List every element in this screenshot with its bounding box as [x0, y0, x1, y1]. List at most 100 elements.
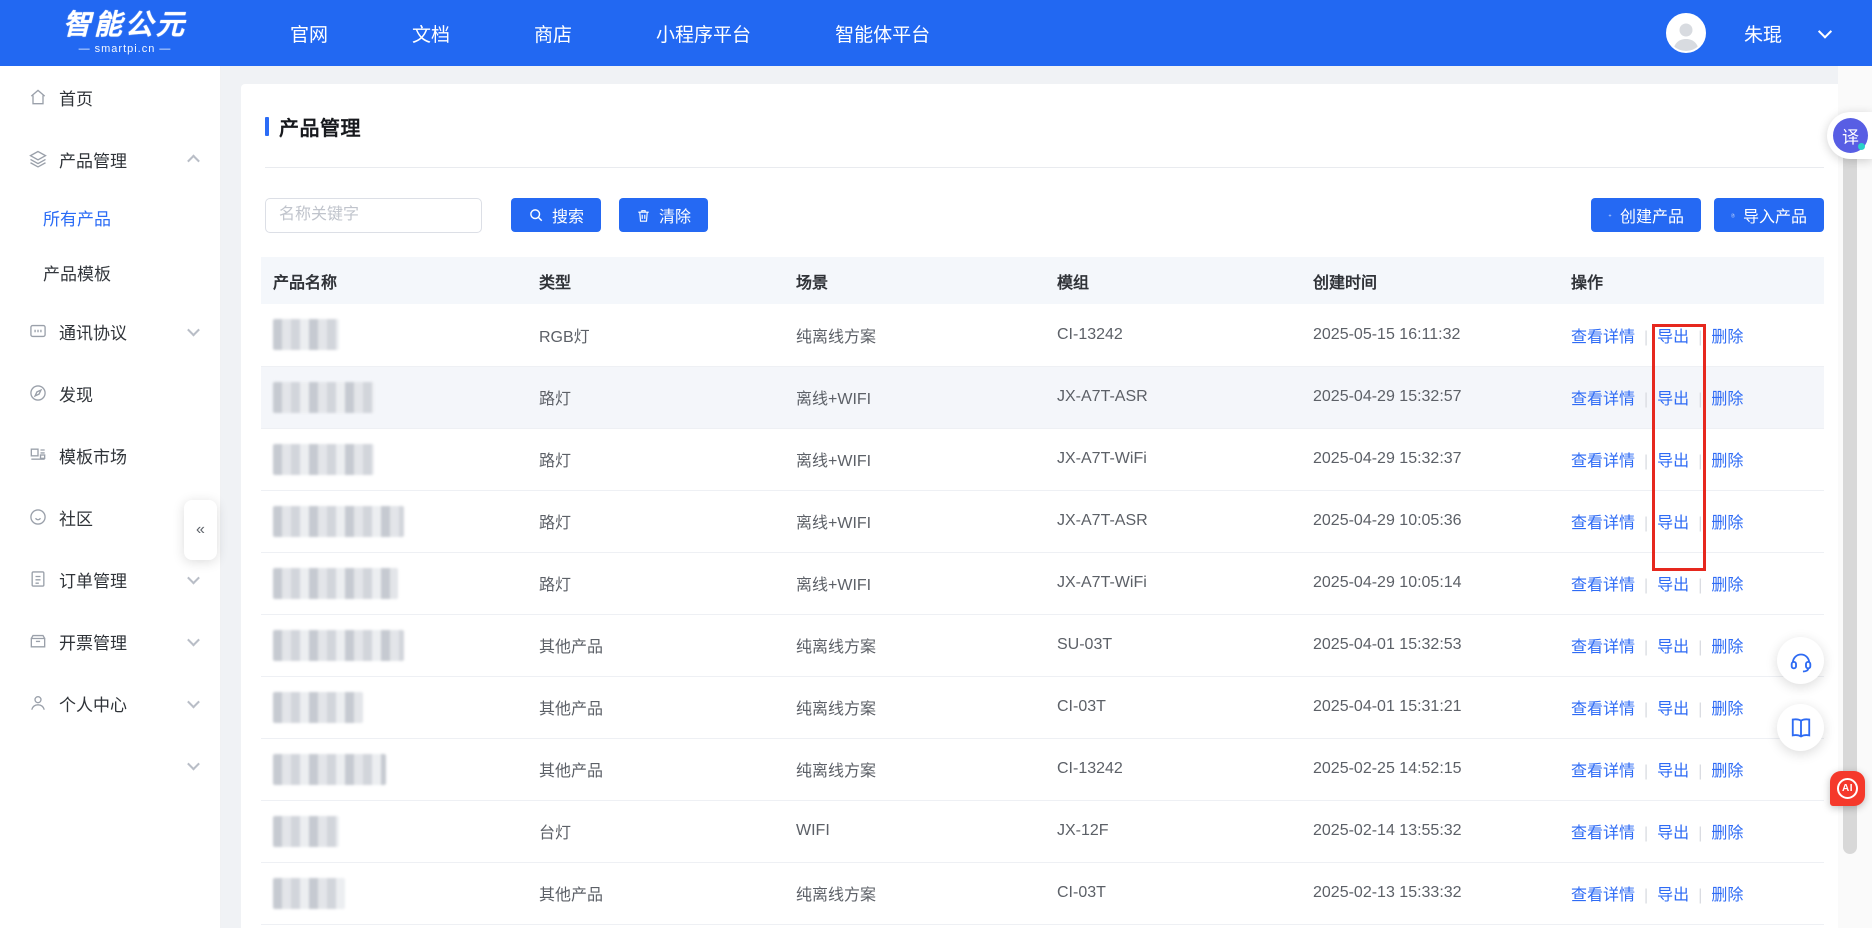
- nav-item[interactable]: 智能体平台: [835, 20, 930, 47]
- nav-item[interactable]: 官网: [290, 20, 328, 47]
- sidebar-item-label: 产品管理: [59, 147, 189, 172]
- cell-created-time: 2025-04-29 15:32:57: [1301, 366, 1559, 428]
- chevron-down-icon[interactable]: [1818, 25, 1832, 39]
- action-separator: |: [1698, 453, 1702, 470]
- table-row[interactable]: 路灯离线+WIFIJX-A7T-ASR2025-04-29 15:32:57查看…: [261, 366, 1824, 428]
- cell-product-name: [261, 614, 527, 676]
- action-view-details[interactable]: 查看详情: [1571, 329, 1635, 346]
- nav-item[interactable]: 商店: [534, 20, 572, 47]
- sidebar-item-label: 发现: [59, 381, 198, 406]
- cell-type: 路灯: [527, 428, 784, 490]
- action-export[interactable]: 导出: [1657, 515, 1689, 532]
- action-export[interactable]: 导出: [1657, 329, 1689, 346]
- action-delete[interactable]: 删除: [1711, 515, 1743, 532]
- action-delete[interactable]: 删除: [1711, 825, 1743, 842]
- sidebar-item-通讯协议[interactable]: 通讯协议: [0, 300, 220, 362]
- search-button[interactable]: 搜索: [511, 198, 601, 232]
- action-delete[interactable]: 删除: [1711, 639, 1743, 656]
- sidebar-item-label: 产品模板: [43, 260, 198, 285]
- action-view-details[interactable]: 查看详情: [1571, 577, 1635, 594]
- cell-scene: 纯离线方案: [784, 738, 1045, 800]
- nav-item[interactable]: 文档: [412, 20, 450, 47]
- username[interactable]: 朱琨: [1744, 20, 1782, 47]
- action-delete[interactable]: 删除: [1711, 701, 1743, 718]
- action-delete[interactable]: 删除: [1711, 577, 1743, 594]
- redacted-product-name: [273, 506, 404, 537]
- action-export[interactable]: 导出: [1657, 887, 1689, 904]
- table-row[interactable]: 其他产品纯离线方案CI-03T2025-04-01 15:31:21查看详情|导…: [261, 676, 1824, 738]
- table-row[interactable]: 路灯离线+WIFIJX-A7T-WiFi2025-04-29 10:05:14查…: [261, 552, 1824, 614]
- table-row[interactable]: 台灯WIFIJX-12F2025-02-14 13:55:32查看详情|导出|删…: [261, 800, 1824, 862]
- sidebar-item-开票管理[interactable]: 开票管理: [0, 610, 220, 672]
- table-row[interactable]: 其他产品纯离线方案CI-03T2025-02-13 15:33:32查看详情|导…: [261, 862, 1824, 924]
- action-export[interactable]: 导出: [1657, 825, 1689, 842]
- action-export[interactable]: 导出: [1657, 763, 1689, 780]
- sidebar-item-label: 开票管理: [59, 629, 189, 654]
- sidebar-item-产品模板[interactable]: 产品模板: [0, 245, 220, 300]
- search-input[interactable]: [265, 198, 482, 233]
- action-export[interactable]: 导出: [1657, 391, 1689, 408]
- sidebar-item-模板市场[interactable]: 模板市场: [0, 424, 220, 486]
- table-row[interactable]: 路灯离线+WIFIJX-A7T-WiFi2025-04-29 15:32:37查…: [261, 428, 1824, 490]
- sidebar-collapse-button[interactable]: «: [184, 500, 217, 560]
- create-product-button[interactable]: 创建产品: [1591, 198, 1701, 232]
- docs-button[interactable]: [1777, 704, 1824, 751]
- action-view-details[interactable]: 查看详情: [1571, 453, 1635, 470]
- action-view-details[interactable]: 查看详情: [1571, 515, 1635, 532]
- action-view-details[interactable]: 查看详情: [1571, 825, 1635, 842]
- avatar[interactable]: [1666, 13, 1706, 53]
- table-row[interactable]: 其他产品纯离线方案SU-03T2025-04-01 15:32:53查看详情|导…: [261, 614, 1824, 676]
- action-view-details[interactable]: 查看详情: [1571, 763, 1635, 780]
- table-row[interactable]: RGB灯纯离线方案CI-132422025-05-15 16:11:32查看详情…: [261, 304, 1824, 366]
- action-view-details[interactable]: 查看详情: [1571, 887, 1635, 904]
- action-separator: |: [1644, 577, 1648, 594]
- import-product-button[interactable]: 导入产品: [1714, 198, 1824, 232]
- sidebar-item-所有产品[interactable]: 所有产品: [0, 190, 220, 245]
- table-row[interactable]: 路灯离线+WIFIJX-A7T-ASR2025-04-29 10:05:36查看…: [261, 490, 1824, 552]
- translate-widget[interactable]: 译: [1827, 112, 1872, 159]
- action-delete[interactable]: 删除: [1711, 391, 1743, 408]
- cell-product-name: [261, 366, 527, 428]
- action-view-details[interactable]: 查看详情: [1571, 391, 1635, 408]
- sidebar-item-产品管理[interactable]: 产品管理: [0, 128, 220, 190]
- cell-created-time: 2025-04-29 15:32:37: [1301, 428, 1559, 490]
- action-delete[interactable]: 删除: [1711, 887, 1743, 904]
- action-delete[interactable]: 删除: [1711, 763, 1743, 780]
- cell-actions: 查看详情|导出|删除: [1559, 738, 1824, 800]
- nav-item[interactable]: 小程序平台: [656, 20, 751, 47]
- sidebar-menu: 首页产品管理所有产品产品模板通讯协议发现模板市场社区订单管理开票管理个人中心: [0, 66, 220, 796]
- sidebar-item-label: 所有产品: [43, 205, 198, 230]
- compass-icon: [28, 383, 48, 403]
- column-header: 类型: [527, 257, 784, 304]
- plus-icon: [1608, 208, 1612, 223]
- cell-module: JX-A7T-WiFi: [1045, 428, 1301, 490]
- chevron-down-icon: [187, 323, 200, 336]
- action-view-details[interactable]: 查看详情: [1571, 701, 1635, 718]
- cell-created-time: 2025-02-13 15:33:32: [1301, 862, 1559, 924]
- action-export[interactable]: 导出: [1657, 639, 1689, 656]
- products-table-wrap: 产品名称类型场景模组创建时间操作 RGB灯纯离线方案CI-132422025-0…: [261, 257, 1824, 925]
- action-view-details[interactable]: 查看详情: [1571, 639, 1635, 656]
- action-delete[interactable]: 删除: [1711, 329, 1743, 346]
- chevron-down-icon: [187, 757, 200, 770]
- translate-icon: 译: [1833, 118, 1868, 153]
- action-export[interactable]: 导出: [1657, 577, 1689, 594]
- main-area: 产品管理 搜索 清除 创建产品 导入产品: [221, 66, 1838, 928]
- sidebar-item-label: 模板市场: [59, 443, 198, 468]
- sidebar-item-个人中心[interactable]: 个人中心: [0, 672, 220, 734]
- action-export[interactable]: 导出: [1657, 453, 1689, 470]
- action-export[interactable]: 导出: [1657, 701, 1689, 718]
- protocol-icon: [28, 321, 48, 341]
- table-row[interactable]: 其他产品纯离线方案CI-132422025-02-25 14:52:15查看详情…: [261, 738, 1824, 800]
- redacted-product-name: [273, 878, 345, 909]
- sidebar-item-发现[interactable]: 发现: [0, 362, 220, 424]
- sidebar-item-extra[interactable]: [0, 734, 220, 796]
- support-button[interactable]: [1777, 637, 1824, 684]
- logo[interactable]: 智能公元 — smartpi.cn —: [46, 11, 204, 55]
- page-scrollbar-thumb[interactable]: [1843, 138, 1857, 854]
- action-delete[interactable]: 删除: [1711, 453, 1743, 470]
- ai-assistant-button[interactable]: AI: [1830, 771, 1865, 806]
- sidebar-item-首页[interactable]: 首页: [0, 66, 220, 128]
- clear-button[interactable]: 清除: [619, 198, 708, 232]
- logo-subtitle: — smartpi.cn —: [46, 44, 204, 55]
